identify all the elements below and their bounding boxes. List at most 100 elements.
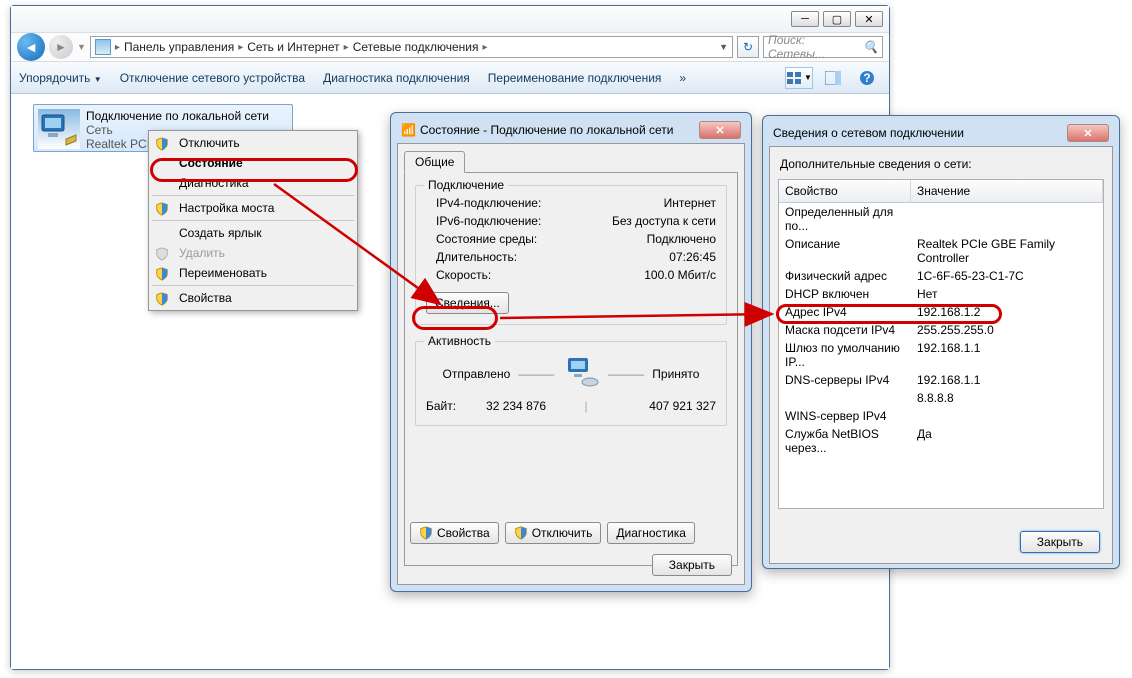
disable-device-button[interactable]: Отключение сетевого устройства bbox=[120, 71, 305, 85]
sent-label: Отправлено bbox=[443, 367, 511, 381]
received-label: Принято bbox=[652, 367, 699, 381]
overflow-button[interactable]: » bbox=[679, 71, 686, 85]
prop-value: Realtek PCIe GBE Family Controller bbox=[911, 236, 1103, 266]
breadcrumb-3[interactable]: Сетевые подключения bbox=[353, 40, 479, 54]
window-titlebar: ─ ▢ ✕ bbox=[11, 6, 889, 32]
prop-value: 192.168.1.1 bbox=[911, 372, 1103, 388]
table-row[interactable]: 8.8.8.8 bbox=[779, 389, 1103, 407]
table-row[interactable]: Физический адрес1C-6F-65-23-C1-7C bbox=[779, 267, 1103, 285]
status-row: Состояние среды:Подключено bbox=[426, 230, 716, 248]
bytes-received: 407 921 327 bbox=[596, 399, 716, 413]
status-value: 07:26:45 bbox=[669, 250, 716, 264]
search-input[interactable]: Поиск: Сетевы... 🔍 bbox=[763, 36, 883, 58]
address-dropdown-icon[interactable]: ▼ bbox=[719, 42, 728, 52]
table-row[interactable]: DNS-серверы IPv4192.168.1.1 bbox=[779, 371, 1103, 389]
bytes-sent: 32 234 876 bbox=[456, 399, 576, 413]
prop-name: WINS-сервер IPv4 bbox=[779, 408, 911, 424]
disable-button[interactable]: Отключить bbox=[505, 522, 602, 544]
folder-icon bbox=[95, 39, 111, 55]
close-button[interactable]: ✕ bbox=[699, 121, 741, 139]
maximize-button[interactable]: ▢ bbox=[823, 11, 851, 27]
preview-pane-button[interactable] bbox=[819, 67, 847, 89]
details-button[interactable]: Сведения... bbox=[426, 292, 509, 314]
prop-name: DNS-серверы IPv4 bbox=[779, 372, 911, 388]
table-row[interactable]: Определенный для по... bbox=[779, 203, 1103, 235]
breadcrumb-1[interactable]: Панель управления bbox=[124, 40, 234, 54]
back-button[interactable]: ◄ bbox=[17, 33, 45, 61]
history-dropdown-icon[interactable]: ▼ bbox=[77, 42, 86, 52]
help-button[interactable]: ? bbox=[853, 67, 881, 89]
group-activity-label: Активность bbox=[424, 334, 495, 348]
minimize-button[interactable]: ─ bbox=[791, 11, 819, 27]
status-row: Скорость:100.0 Мбит/с bbox=[426, 266, 716, 284]
menu-item-label: Настройка моста bbox=[179, 201, 274, 215]
prop-value bbox=[911, 204, 1103, 234]
close-button[interactable]: ✕ bbox=[855, 11, 883, 27]
status-key: IPv4-подключение: bbox=[426, 196, 541, 210]
bytes-label: Байт: bbox=[426, 399, 456, 413]
prop-value: 255.255.255.0 bbox=[911, 322, 1103, 338]
menu-item[interactable]: Настройка моста bbox=[151, 198, 355, 218]
activity-divider: ——— bbox=[518, 367, 554, 381]
table-row[interactable]: Шлюз по умолчанию IP...192.168.1.1 bbox=[779, 339, 1103, 371]
col-value[interactable]: Значение bbox=[911, 180, 1103, 202]
prop-value: 1C-6F-65-23-C1-7C bbox=[911, 268, 1103, 284]
breadcrumb-2[interactable]: Сеть и Интернет bbox=[247, 40, 339, 54]
menu-item: Удалить bbox=[151, 243, 355, 263]
menu-item[interactable]: Создать ярлык bbox=[151, 223, 355, 243]
refresh-button[interactable]: ↻ bbox=[737, 36, 759, 58]
table-row[interactable]: Маска подсети IPv4255.255.255.0 bbox=[779, 321, 1103, 339]
organize-menu[interactable]: Упорядочить ▼ bbox=[19, 71, 102, 85]
prop-value: 8.8.8.8 bbox=[911, 390, 1103, 406]
forward-button[interactable]: ► bbox=[49, 35, 73, 59]
table-row[interactable]: ОписаниеRealtek PCIe GBE Family Controll… bbox=[779, 235, 1103, 267]
shield-icon bbox=[155, 136, 169, 151]
address-bar[interactable]: ▸ Панель управления ▸ Сеть и Интернет ▸ … bbox=[90, 36, 733, 58]
prop-name: Описание bbox=[779, 236, 911, 266]
status-key: Скорость: bbox=[426, 268, 491, 282]
svg-text:?: ? bbox=[863, 71, 870, 85]
rename-button[interactable]: Переименование подключения bbox=[488, 71, 662, 85]
view-options-button[interactable]: ▼ bbox=[785, 67, 813, 89]
diagnose-button[interactable]: Диагностика подключения bbox=[323, 71, 470, 85]
menu-item[interactable]: Свойства bbox=[151, 288, 355, 308]
search-placeholder: Поиск: Сетевы... bbox=[768, 33, 859, 61]
diagnose-button[interactable]: Диагностика bbox=[607, 522, 695, 544]
table-row[interactable]: WINS-сервер IPv4 bbox=[779, 407, 1103, 425]
menu-item[interactable]: Диагностика bbox=[151, 173, 355, 193]
status-row: IPv4-подключение:Интернет bbox=[426, 194, 716, 212]
table-row[interactable]: DHCP включенНет bbox=[779, 285, 1103, 303]
details-table: Свойство Значение Определенный для по...… bbox=[778, 179, 1104, 509]
menu-item-label: Создать ярлык bbox=[179, 226, 262, 240]
close-button[interactable]: Закрыть bbox=[652, 554, 732, 576]
table-row[interactable]: Служба NetBIOS через...Да bbox=[779, 425, 1103, 457]
close-button[interactable]: Закрыть bbox=[1020, 531, 1100, 553]
details-dialog-title: Сведения о сетевом подключении bbox=[773, 126, 964, 140]
details-subtitle: Дополнительные сведения о сети: bbox=[770, 147, 1112, 175]
menu-item-label: Состояние bbox=[179, 156, 243, 170]
col-property[interactable]: Свойство bbox=[779, 180, 911, 202]
details-dialog: Сведения о сетевом подключении ✕ Дополни… bbox=[762, 115, 1120, 569]
menu-item[interactable]: Переименовать bbox=[151, 263, 355, 283]
close-button[interactable]: ✕ bbox=[1067, 124, 1109, 142]
shield-icon bbox=[155, 246, 169, 261]
prop-name: Служба NetBIOS через... bbox=[779, 426, 911, 456]
prop-name: DHCP включен bbox=[779, 286, 911, 302]
menu-item-label: Переименовать bbox=[179, 266, 267, 280]
menu-item[interactable]: Отключить bbox=[151, 133, 355, 153]
status-row: Длительность:07:26:45 bbox=[426, 248, 716, 266]
prop-value bbox=[911, 408, 1103, 424]
menu-item[interactable]: Состояние bbox=[151, 153, 355, 173]
table-row[interactable]: Адрес IPv4192.168.1.2 bbox=[779, 303, 1103, 321]
prop-name: Определенный для по... bbox=[779, 204, 911, 234]
status-value: Без доступа к сети bbox=[612, 214, 716, 228]
properties-button[interactable]: Свойства bbox=[410, 522, 499, 544]
prop-value: Да bbox=[911, 426, 1103, 456]
shield-icon bbox=[155, 291, 169, 306]
tab-general[interactable]: Общие bbox=[404, 151, 465, 173]
nav-row: ◄ ► ▼ ▸ Панель управления ▸ Сеть и Интер… bbox=[11, 32, 889, 62]
shield-icon bbox=[155, 201, 169, 216]
breadcrumb-separator-icon: ▸ bbox=[482, 42, 487, 53]
breadcrumb-separator-icon: ▸ bbox=[344, 42, 349, 53]
status-value: Подключено bbox=[647, 232, 716, 246]
